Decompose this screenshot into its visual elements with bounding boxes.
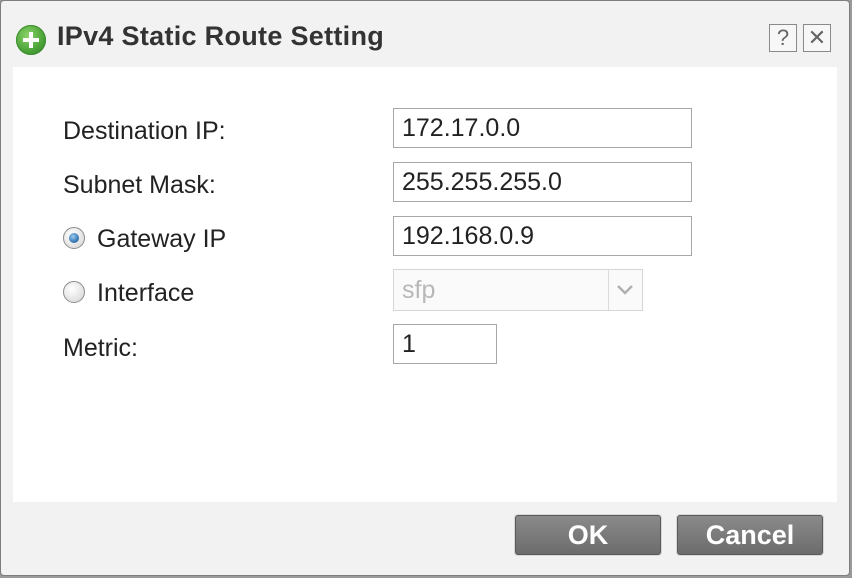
dialog-titlebar: IPv4 Static Route Setting ? ✕ bbox=[1, 1, 849, 67]
gateway-ip-radio[interactable] bbox=[63, 227, 85, 249]
destination-ip-input[interactable] bbox=[393, 108, 692, 148]
dialog-title: IPv4 Static Route Setting bbox=[57, 21, 385, 51]
static-route-dialog: IPv4 Static Route Setting ? ✕ Destinatio… bbox=[0, 0, 850, 576]
cancel-button[interactable]: Cancel bbox=[677, 515, 823, 555]
subnet-mask-label: Subnet Mask: bbox=[63, 171, 216, 199]
subnet-mask-input[interactable] bbox=[393, 162, 692, 202]
dialog-content: Destination IP: Subnet Mask: Gateway IP … bbox=[13, 67, 837, 502]
interface-label: Interface bbox=[97, 279, 195, 307]
add-circle-icon bbox=[16, 25, 46, 55]
metric-input[interactable] bbox=[393, 324, 497, 364]
metric-label: Metric: bbox=[63, 334, 138, 362]
gateway-ip-input[interactable] bbox=[393, 216, 692, 256]
interface-radio[interactable] bbox=[63, 281, 85, 303]
interface-select[interactable]: sfp bbox=[393, 269, 643, 311]
gateway-ip-label: Gateway IP bbox=[97, 225, 227, 253]
ok-button[interactable]: OK bbox=[515, 515, 661, 555]
destination-ip-label: Destination IP: bbox=[63, 117, 226, 145]
close-button[interactable]: ✕ bbox=[803, 24, 831, 52]
chevron-down-icon bbox=[608, 270, 642, 310]
interface-select-value: sfp bbox=[402, 276, 436, 304]
help-button[interactable]: ? bbox=[769, 24, 797, 52]
